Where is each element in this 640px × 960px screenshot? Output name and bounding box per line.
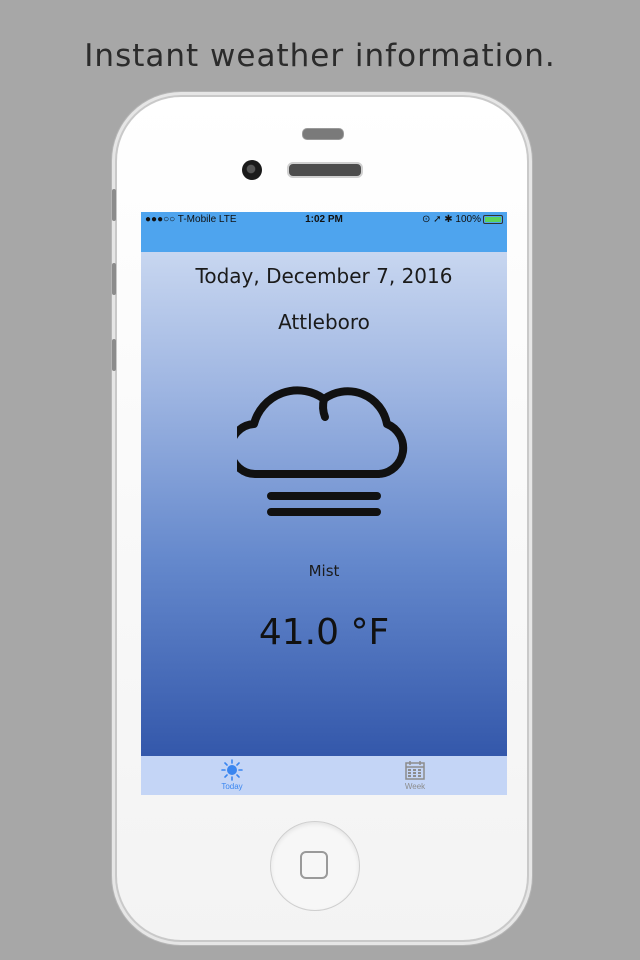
tab-today-label: Today <box>221 782 243 791</box>
earpiece <box>287 162 363 178</box>
home-square-icon <box>300 851 328 879</box>
promo-caption: Instant weather information. <box>84 38 556 74</box>
mist-cloud-icon <box>237 386 408 516</box>
tab-week-label: Week <box>404 782 426 791</box>
temperature-label: 41.0 °F <box>258 612 390 653</box>
city-label: Attleboro <box>278 310 370 334</box>
phone-frame: ●●●○○ T-Mobile LTE 1:02 PM ⊙ ➚ ✱ 100% To… <box>112 97 527 940</box>
sun-icon <box>221 759 243 781</box>
calendar-icon <box>405 761 425 780</box>
top-speaker <box>302 128 344 140</box>
date-label: Today, December 7, 2016 <box>195 264 453 288</box>
condition-label: Mist <box>308 562 340 580</box>
home-button[interactable] <box>270 821 360 911</box>
battery-icon <box>483 214 503 224</box>
front-camera <box>242 160 262 180</box>
status-indicators: ⊙ ➚ ✱ 100% <box>421 214 481 225</box>
tab-today[interactable]: Today <box>202 759 262 791</box>
tab-bar: Today Week <box>141 756 507 795</box>
volume-down-button <box>112 339 116 371</box>
status-bar: ●●●○○ T-Mobile LTE 1:02 PM ⊙ ➚ ✱ 100% <box>141 212 507 252</box>
app-screen: ●●●○○ T-Mobile LTE 1:02 PM ⊙ ➚ ✱ 100% To… <box>141 212 507 795</box>
mute-switch <box>112 189 116 221</box>
tab-week[interactable]: Week <box>385 759 445 791</box>
status-right: ⊙ ➚ ✱ 100% <box>422 214 503 225</box>
volume-up-button <box>112 263 116 295</box>
